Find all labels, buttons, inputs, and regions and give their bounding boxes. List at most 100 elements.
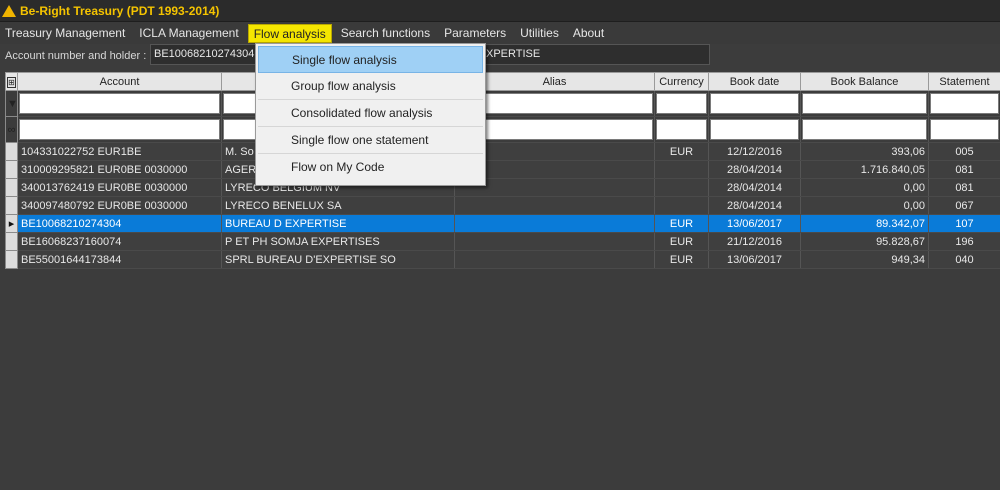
row-selector[interactable] (5, 250, 18, 269)
cell-book-date: 13/06/2017 (708, 214, 801, 233)
table-row[interactable]: 104331022752 EUR1BE M. So EUR 12/12/2016 393… (5, 142, 1000, 161)
table-row[interactable]: 310009295821 EUR0BE 0030000 AGER 28/04/201… (5, 160, 1000, 179)
cell-book-balance: 949,34 (800, 250, 929, 269)
cell-alias (454, 214, 655, 233)
grid-corner[interactable]: ⊞ (5, 72, 18, 91)
cell-alias (454, 196, 655, 215)
menu-item-single-flow-analysis[interactable]: Single flow analysis (258, 46, 483, 73)
col-statement[interactable]: Statement (928, 72, 1000, 91)
cell-currency (654, 160, 709, 179)
row-selector[interactable] (5, 178, 18, 197)
filter-date-input[interactable] (710, 93, 799, 114)
menu-icla-management[interactable]: ICLA Management (134, 24, 243, 43)
menu-item-group-flow-analysis[interactable]: Group flow analysis (258, 73, 483, 100)
menu-treasury-management[interactable]: Treasury Management (0, 24, 130, 43)
search-statement-input[interactable] (930, 119, 999, 140)
app-title: Be-Right Treasury (PDT 1993-2014) (20, 3, 220, 18)
flow-analysis-dropdown: Single flow analysis Group flow analysis… (255, 43, 486, 186)
cell-book-balance: 89.342,07 (800, 214, 929, 233)
menu-item-consolidated-flow-analysis[interactable]: Consolidated flow analysis (258, 100, 483, 127)
table-row[interactable]: BE55001644173844 SPRL BUREAU D'EXPERTISE … (5, 250, 1000, 269)
filter-row: ▼ (5, 90, 1000, 117)
menu-about[interactable]: About (568, 24, 609, 43)
row-selector[interactable] (5, 142, 18, 161)
cell-statement: 005 (928, 142, 1000, 161)
cell-account: BE55001644173844 (17, 250, 222, 269)
cell-currency: EUR (654, 250, 709, 269)
cell-account: 104331022752 EUR1BE (17, 142, 222, 161)
cell-book-balance: 1.716.840,05 (800, 160, 929, 179)
filter-account-input[interactable] (19, 93, 220, 114)
filter-statement-input[interactable] (930, 93, 999, 114)
row-selector[interactable] (5, 160, 18, 179)
col-account[interactable]: Account (17, 72, 222, 91)
grid-options-icon: ⊞ (7, 76, 16, 88)
table-row[interactable]: ▸ BE10068210274304 BUREAU D EXPERTISE EUR 13… (5, 214, 1000, 233)
cell-book-balance: 0,00 (800, 196, 929, 215)
menu-parameters[interactable]: Parameters (439, 24, 511, 43)
account-bar: Account number and holder : BE1006821027… (0, 44, 1000, 68)
cell-account: 340097480792 EUR0BE 0030000 (17, 196, 222, 215)
menu-search-functions[interactable]: Search functions (336, 24, 435, 43)
cell-account: BE16068237160074 (17, 232, 222, 251)
cell-holder: LYRECO BENELUX SA (221, 196, 455, 215)
cell-statement: 040 (928, 250, 1000, 269)
cell-book-balance: 393,06 (800, 142, 929, 161)
table-row[interactable]: BE16068237160074 P ET PH SOMJA EXPERTISES… (5, 232, 1000, 251)
cell-currency: EUR (654, 232, 709, 251)
cell-statement: 196 (928, 232, 1000, 251)
cell-book-date: 28/04/2014 (708, 160, 801, 179)
cell-book-date: 12/12/2016 (708, 142, 801, 161)
account-label: Account number and holder : (5, 50, 147, 62)
cell-holder: BUREAU D EXPERTISE (221, 214, 455, 233)
menu-bar: Treasury Management ICLA Management Flow… (0, 22, 1000, 44)
cell-alias (454, 250, 655, 269)
row-selector[interactable] (5, 196, 18, 215)
col-book-balance[interactable]: Book Balance (800, 72, 929, 91)
menu-utilities[interactable]: Utilities (515, 24, 564, 43)
title-bar: Be-Right Treasury (PDT 1993-2014) (0, 0, 1000, 22)
table-row[interactable]: 340097480792 EUR0BE 0030000 LYRECO BENELU… (5, 196, 1000, 215)
search-date-input[interactable] (710, 119, 799, 140)
cell-book-balance: 95.828,67 (800, 232, 929, 251)
cell-holder: SPRL BUREAU D'EXPERTISE SO (221, 250, 455, 269)
cell-holder: P ET PH SOMJA EXPERTISES (221, 232, 455, 251)
filter-icon[interactable]: ▼ (5, 90, 18, 117)
cell-book-date: 28/04/2014 (708, 178, 801, 197)
cell-alias (454, 232, 655, 251)
row-selector[interactable]: ▸ (5, 214, 18, 233)
search-row: ∞ (5, 116, 1000, 143)
search-account-input[interactable] (19, 119, 220, 140)
cell-currency: EUR (654, 142, 709, 161)
cell-account: BE10068210274304 (17, 214, 222, 233)
search-currency-input[interactable] (656, 119, 707, 140)
menu-flow-analysis[interactable]: Flow analysis (247, 23, 332, 43)
cell-book-balance: 0,00 (800, 178, 929, 197)
col-currency[interactable]: Currency (654, 72, 709, 91)
cell-currency (654, 178, 709, 197)
cell-book-date: 21/12/2016 (708, 232, 801, 251)
account-value: BE10068210274304 (154, 48, 255, 60)
account-holder-suffix: XPERTISE (486, 48, 541, 60)
cell-statement: 067 (928, 196, 1000, 215)
binoculars-icon[interactable]: ∞ (5, 116, 18, 143)
cell-statement: 107 (928, 214, 1000, 233)
cell-account: 310009295821 EUR0BE 0030000 (17, 160, 222, 179)
cell-currency (654, 196, 709, 215)
menu-item-flow-on-my-code[interactable]: Flow on My Code (258, 154, 483, 181)
cell-statement: 081 (928, 178, 1000, 197)
cell-statement: 081 (928, 160, 1000, 179)
row-selector[interactable] (5, 232, 18, 251)
menu-item-single-flow-one-statement[interactable]: Single flow one statement (258, 127, 483, 154)
col-book-date[interactable]: Book date (708, 72, 801, 91)
cell-book-date: 13/06/2017 (708, 250, 801, 269)
filter-balance-input[interactable] (802, 93, 927, 114)
filter-currency-input[interactable] (656, 93, 707, 114)
cell-currency: EUR (654, 214, 709, 233)
cell-book-date: 28/04/2014 (708, 196, 801, 215)
accounts-grid: ⊞ Account Alias Currency Book date Book … (5, 72, 1000, 269)
search-balance-input[interactable] (802, 119, 927, 140)
app-logo-icon (2, 4, 16, 18)
cell-account: 340013762419 EUR0BE 0030000 (17, 178, 222, 197)
table-row[interactable]: 340013762419 EUR0BE 0030000 LYRECO BELGIU… (5, 178, 1000, 197)
